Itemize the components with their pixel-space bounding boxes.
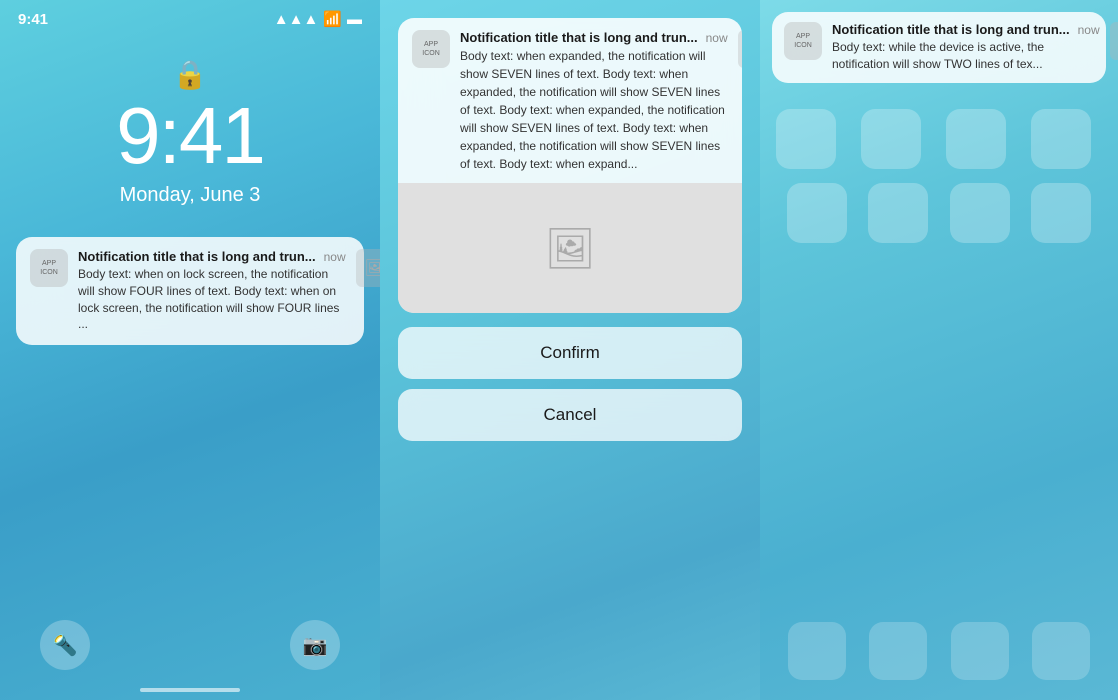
status-icons-left: ▲▲▲ 📶 ▬ <box>274 10 362 28</box>
dock-app-4[interactable] <box>1032 622 1090 680</box>
notif-header-middle: Notification title that is long and trun… <box>460 30 728 45</box>
app-label-line1-right: APP <box>796 32 810 41</box>
notif-body-middle: Body text: when expanded, the notificati… <box>460 47 728 173</box>
lock-screen: 9:41 ▲▲▲ 📶 ▬ 🔒 9:41 Monday, June 3 APP I… <box>0 0 380 700</box>
notif-title-middle: Notification title that is long and trun… <box>460 30 698 45</box>
notif-time-left: now <box>324 250 346 264</box>
app-label-line2: ICON <box>40 268 58 277</box>
home-dock <box>776 622 1102 680</box>
app-icon-middle: APP ICON <box>412 30 450 68</box>
battery-icon: ▬ <box>347 11 362 28</box>
app-label-line1-mid: APP <box>424 40 438 49</box>
expanded-notification-card[interactable]: APP ICON Notification title that is long… <box>398 18 742 313</box>
app-label-line2-right: ICON <box>794 41 812 50</box>
notif-time-right: now <box>1078 23 1100 37</box>
dock-app-1[interactable] <box>788 622 846 680</box>
home-app-8[interactable] <box>1031 183 1091 243</box>
notif-title-left: Notification title that is long and trun… <box>78 249 316 264</box>
camera-button[interactable]: 📷 <box>290 620 340 670</box>
notif-content-middle: Notification title that is long and trun… <box>460 30 728 173</box>
home-apps-row-2 <box>760 183 1118 243</box>
notif-header-right: Notification title that is long and trun… <box>832 22 1100 37</box>
bottom-icons-left: 🔦 📷 <box>0 620 380 670</box>
flashlight-button[interactable]: 🔦 <box>40 620 90 670</box>
app-icon-left: APP ICON <box>30 249 68 287</box>
app-icon-right: APP ICON <box>784 22 822 60</box>
cancel-button[interactable]: Cancel <box>398 389 742 441</box>
notif-thumb-middle: 🖼 <box>738 30 742 68</box>
notif-content-right: Notification title that is long and trun… <box>832 22 1100 73</box>
status-bar-left: 9:41 ▲▲▲ 📶 ▬ <box>0 0 380 28</box>
signal-icon: ▲▲▲ <box>274 11 319 28</box>
notif-body-left: Body text: when on lock screen, the noti… <box>78 266 346 333</box>
home-indicator-left <box>140 688 240 692</box>
home-app-4[interactable] <box>1031 109 1091 169</box>
notif-title-right: Notification title that is long and trun… <box>832 22 1070 37</box>
camera-icon: 📷 <box>303 633 328 658</box>
home-screen: APP ICON Notification title that is long… <box>760 0 1118 700</box>
notif-header-left: Notification title that is long and trun… <box>78 249 346 264</box>
lock-screen-notification[interactable]: APP ICON Notification title that is long… <box>16 237 364 345</box>
dock-app-3[interactable] <box>951 622 1009 680</box>
image-placeholder-icon: 🖼 <box>545 225 596 272</box>
notif-content-left: Notification title that is long and trun… <box>78 249 346 333</box>
action-buttons: Confirm Cancel <box>398 327 742 451</box>
home-app-2[interactable] <box>861 109 921 169</box>
lock-icon: 🔒 <box>0 58 380 91</box>
notif-image-area: 🖼 <box>398 183 742 313</box>
status-time-left: 9:41 <box>18 11 48 28</box>
home-app-5[interactable] <box>787 183 847 243</box>
notif-time-middle: now <box>706 31 728 45</box>
dock-app-2[interactable] <box>869 622 927 680</box>
home-screen-banner[interactable]: APP ICON Notification title that is long… <box>772 12 1106 83</box>
home-app-3[interactable] <box>946 109 1006 169</box>
notif-body-right: Body text: while the device is active, t… <box>832 39 1100 73</box>
notif-top-section-middle: APP ICON Notification title that is long… <box>398 18 742 183</box>
home-app-6[interactable] <box>868 183 928 243</box>
app-label-line1: APP <box>42 259 56 268</box>
middle-screen: APP ICON Notification title that is long… <box>380 0 760 700</box>
lock-time: 9:41 <box>0 96 380 176</box>
wifi-icon: 📶 <box>323 10 342 28</box>
home-app-7[interactable] <box>950 183 1010 243</box>
home-apps-grid-top <box>760 93 1118 169</box>
lock-date: Monday, June 3 <box>0 184 380 207</box>
app-label-line2-mid: ICON <box>422 49 440 58</box>
flashlight-icon: 🔦 <box>53 633 78 658</box>
notif-thumb-right: 🖼 <box>1110 22 1118 60</box>
confirm-button[interactable]: Confirm <box>398 327 742 379</box>
home-app-1[interactable] <box>776 109 836 169</box>
